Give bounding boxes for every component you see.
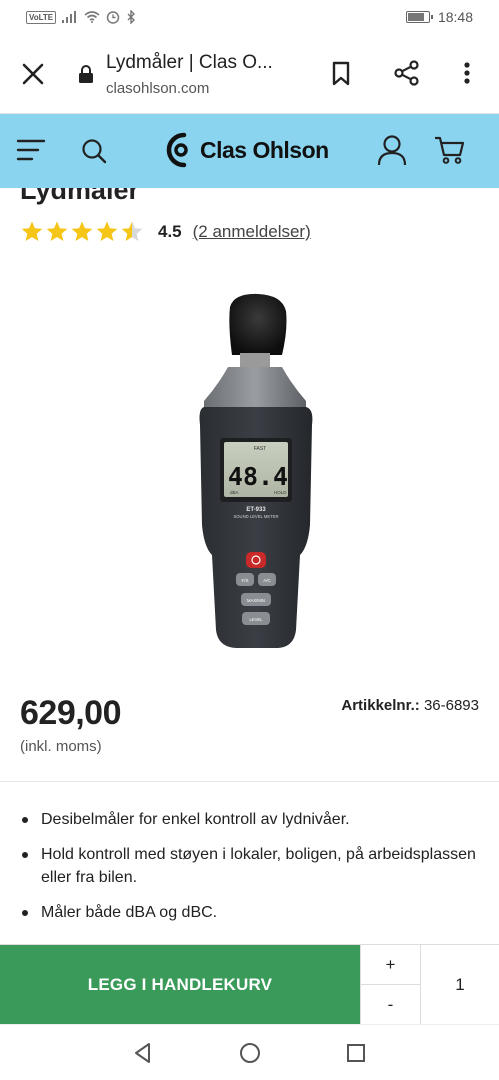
- star-rating: [20, 220, 144, 244]
- system-nav-bar: [0, 1024, 499, 1080]
- device-top-shell: [204, 367, 306, 413]
- star-icon: [96, 221, 118, 241]
- price-vat-note: (inkl. moms): [20, 738, 102, 755]
- quantity-decrease-button[interactable]: -: [360, 985, 420, 1025]
- alarm-icon: [106, 11, 120, 24]
- close-icon[interactable]: [20, 61, 46, 87]
- star-icon: [71, 221, 93, 241]
- feature-item: Desibelmåler for enkel kontroll av lydni…: [22, 808, 482, 831]
- volte-badge: VoLTE: [26, 10, 57, 24]
- bookmark-icon[interactable]: [326, 58, 356, 88]
- share-icon[interactable]: [392, 58, 422, 88]
- rating-row: 4.5 (2 anmeldelser): [20, 220, 311, 244]
- status-bar: VoLTE 18:48: [0, 0, 499, 36]
- feature-item: Hold kontroll med støyen i lokaler, boli…: [22, 843, 482, 889]
- home-icon[interactable]: [238, 1041, 262, 1065]
- microphone-foam: [229, 293, 287, 355]
- ac-button-label: A/C: [263, 578, 271, 583]
- feature-item: Måler både dBA og dBC.: [22, 901, 482, 924]
- status-left: VoLTE: [26, 10, 136, 24]
- browser-url[interactable]: clasohlson.com: [106, 80, 209, 97]
- lcd-unit: dBA: [230, 490, 239, 495]
- power-button: [246, 552, 266, 568]
- quantity-value[interactable]: 1: [420, 945, 499, 1025]
- battery-icon: [405, 11, 433, 23]
- star-icon: [121, 221, 143, 241]
- site-header: Clas Ohlson: [0, 114, 499, 188]
- lcd-hold: HOLD: [274, 490, 287, 495]
- signal-icon: [62, 11, 77, 23]
- fs-button-label: F/S: [241, 578, 248, 583]
- article-number-label: Artikkelnr.:: [341, 697, 420, 714]
- reviews-link[interactable]: (2 anmeldelser): [193, 222, 311, 242]
- logo-text: Clas Ohlson: [200, 136, 329, 163]
- browser-page-title: Lydmåler | Clas O...: [106, 52, 273, 73]
- logo-mark-icon: [166, 132, 188, 168]
- rating-value: 4.5: [158, 222, 182, 241]
- article-number-value: 36-6893: [423, 697, 479, 714]
- recents-icon[interactable]: [344, 1041, 368, 1065]
- product-price: 629,00: [20, 694, 122, 732]
- maxmin-button-label: MAX/MIN: [247, 598, 265, 603]
- add-to-cart-button[interactable]: LEGG I HANDLEKURV: [0, 945, 360, 1025]
- level-button-label: LEVEL: [249, 617, 263, 622]
- status-right: 18:48: [405, 9, 473, 25]
- star-icon: [21, 221, 43, 241]
- account-icon[interactable]: [377, 134, 407, 166]
- lcd-fast-label: FAST: [254, 446, 267, 452]
- divider: [0, 781, 499, 782]
- clas-ohlson-logo[interactable]: Clas Ohlson: [166, 132, 329, 168]
- lock-icon: [79, 65, 93, 83]
- star-icon: [46, 221, 68, 241]
- browser-toolbar: Lydmåler | Clas O... clasohlson.com: [0, 36, 499, 114]
- bluetooth-icon: [127, 10, 136, 24]
- status-time: 18:48: [437, 9, 473, 25]
- feature-list: Desibelmåler for enkel kontroll av lydni…: [22, 808, 482, 936]
- device-label: SOUND LEVEL METER: [234, 514, 279, 519]
- add-to-cart-bar: LEGG I HANDLEKURV + - 1: [0, 944, 499, 1025]
- model-label: ET-933: [246, 507, 266, 513]
- microphone-neck: [240, 353, 270, 369]
- product-image[interactable]: FAST 48.4 dBA HOLD ET-933 SOUND LEVEL ME…: [170, 285, 330, 655]
- back-icon[interactable]: [131, 1041, 155, 1065]
- quantity-increase-button[interactable]: +: [360, 945, 420, 985]
- menu-icon[interactable]: [16, 137, 46, 163]
- article-number: Artikkelnr.: 36-6893: [341, 697, 479, 714]
- more-menu-icon[interactable]: [452, 58, 482, 88]
- search-icon[interactable]: [80, 137, 108, 165]
- cart-icon[interactable]: [434, 135, 466, 165]
- lcd-reading: 48.4: [228, 462, 288, 491]
- wifi-icon: [84, 11, 100, 23]
